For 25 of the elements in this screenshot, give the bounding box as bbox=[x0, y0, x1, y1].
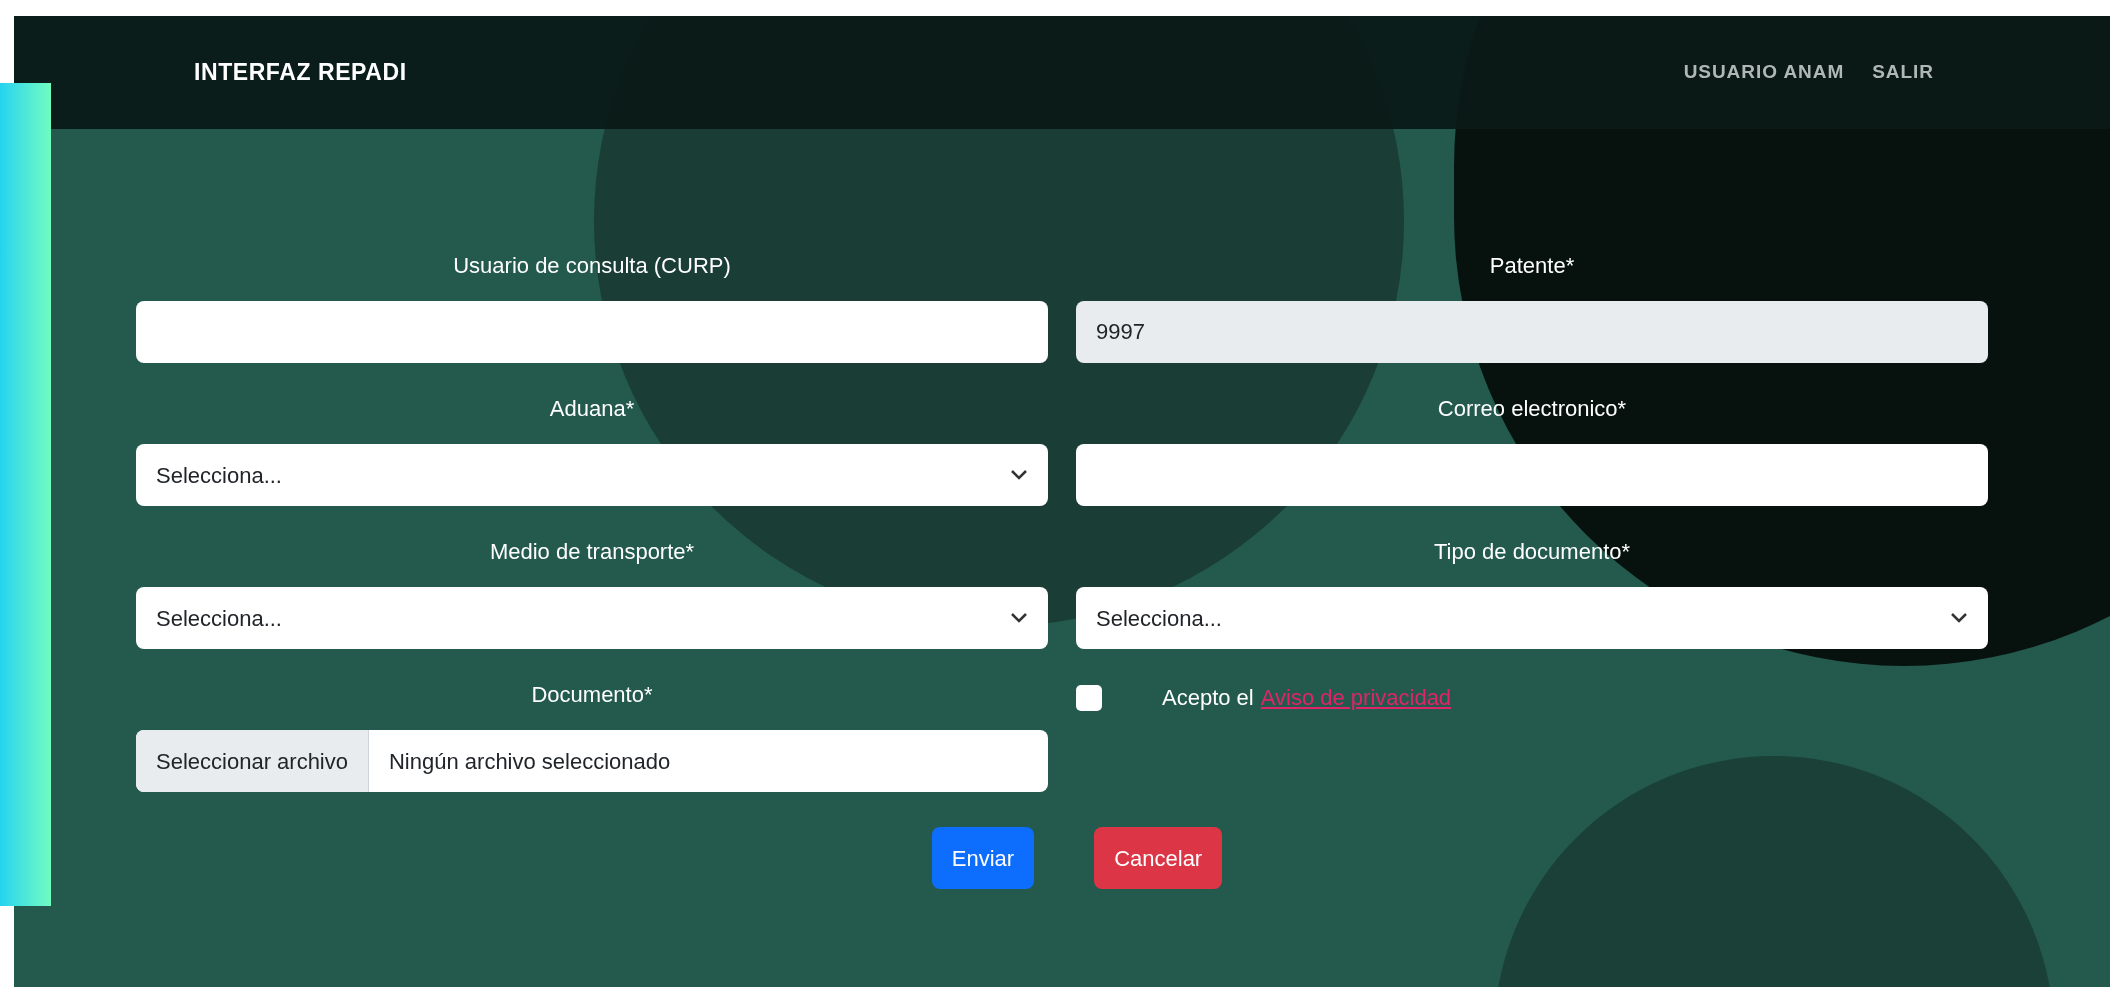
field-label: Medio de transporte* bbox=[488, 538, 696, 566]
file-input[interactable]: Seleccionar archivo Ningún archivo seleccionado bbox=[136, 730, 1048, 792]
chevron-down-icon bbox=[1010, 612, 1028, 624]
chevron-down-icon bbox=[1010, 469, 1028, 481]
input-field[interactable] bbox=[1076, 444, 1988, 506]
submit-button[interactable]: Enviar bbox=[931, 827, 1035, 889]
field-label: Tipo de documento* bbox=[1432, 538, 1632, 566]
select-dropdown[interactable]: Selecciona... bbox=[136, 587, 1048, 649]
field-label: Documento* bbox=[530, 681, 654, 709]
field-label: Aduana* bbox=[548, 395, 636, 423]
file-name-text: Ningún archivo seleccionado bbox=[388, 747, 672, 776]
select-dropdown[interactable]: Selecciona... bbox=[136, 444, 1048, 506]
nav-link[interactable]: USUARIO ANAM bbox=[1683, 58, 1845, 87]
nav-link[interactable]: SALIR bbox=[1872, 58, 1934, 87]
chevron-down-icon bbox=[1950, 612, 1968, 624]
brand-title[interactable]: INTERFAZ REPADI bbox=[194, 55, 407, 90]
field-label: Usuario de consulta (CURP) bbox=[452, 252, 732, 280]
input-field[interactable] bbox=[136, 301, 1048, 363]
field-label: Correo electronico* bbox=[1436, 395, 1628, 423]
checkbox-label: Acepto el bbox=[1162, 684, 1254, 712]
field-label: Patente* bbox=[1488, 252, 1576, 280]
checkbox[interactable] bbox=[1076, 684, 1102, 711]
select-dropdown[interactable]: Selecciona... bbox=[1076, 587, 1988, 649]
choose-file-button[interactable]: Seleccionar archivo bbox=[136, 730, 369, 792]
cancel-button[interactable]: Cancelar bbox=[1094, 827, 1223, 889]
